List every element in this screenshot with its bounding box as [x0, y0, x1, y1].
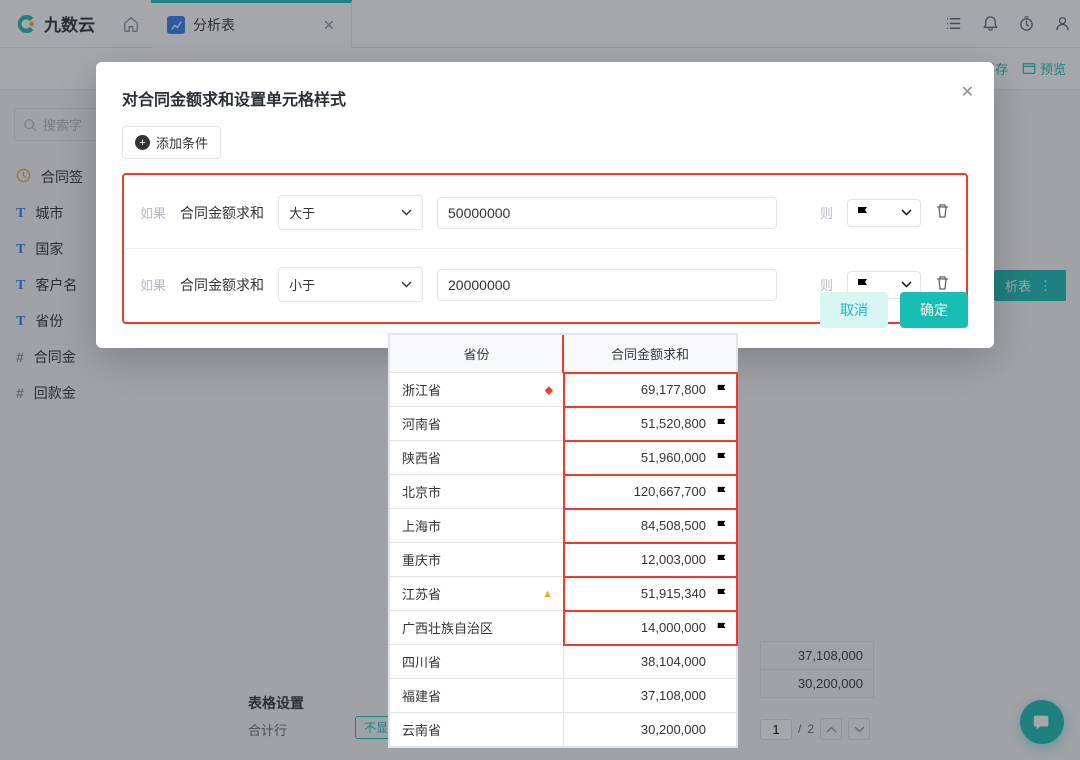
table-row: 浙江省◆ 69,177,800 [390, 373, 737, 407]
flag-style-select[interactable] [847, 199, 921, 227]
table-row: 云南省 30,200,000 [390, 713, 737, 747]
table-row: 重庆市 12,003,000 [390, 543, 737, 577]
rule-field-name: 合同金额求和 [180, 203, 264, 223]
cell-amount: 30,200,000 [564, 713, 737, 747]
cell-province: 上海市 [390, 509, 564, 543]
flag-icon [716, 520, 728, 532]
chevron-down-icon [901, 207, 912, 218]
cell-province: 江苏省▲ [390, 577, 564, 611]
chevron-down-icon [401, 279, 412, 290]
cell-province: 北京市 [390, 475, 564, 509]
flag-icon [716, 622, 728, 634]
cell-province: 福建省 [390, 679, 564, 713]
cell-province: 重庆市 [390, 543, 564, 577]
cell-amount: 14,000,000 [564, 611, 737, 645]
flag-icon [856, 206, 870, 220]
cell-amount: 69,177,800 [564, 373, 737, 407]
flag-icon [716, 486, 728, 498]
condition-rule: 如果 合同金额求和 大于 则 [126, 177, 964, 248]
flag-icon [856, 278, 870, 292]
table-row: 上海市 84,508,500 [390, 509, 737, 543]
cell-amount: 51,520,800 [564, 407, 737, 441]
operator-select[interactable]: 小于 [278, 267, 423, 302]
cell-amount: 84,508,500 [564, 509, 737, 543]
table-row: 四川省 38,104,000 [390, 645, 737, 679]
operator-select[interactable]: 大于 [278, 195, 423, 230]
flag-icon [716, 418, 728, 430]
flag-icon [716, 452, 728, 464]
if-label: 如果 [140, 203, 166, 222]
cell-province: 广西壮族自治区 [390, 611, 564, 645]
table-row: 江苏省▲ 51,915,340 [390, 577, 737, 611]
table-row: 河南省 51,520,800 [390, 407, 737, 441]
cell-amount: 37,108,000 [564, 679, 737, 713]
cell-amount: 38,104,000 [564, 645, 737, 679]
cell-province: 陕西省 [390, 441, 564, 475]
flag-icon [716, 384, 728, 396]
threshold-input[interactable] [437, 197, 777, 229]
cell-amount: 12,003,000 [564, 543, 737, 577]
threshold-input[interactable] [437, 269, 777, 301]
modal-close-icon[interactable]: ✕ [961, 82, 974, 102]
chevron-down-icon [401, 207, 412, 218]
col-amount: 合同金额求和 [564, 335, 737, 373]
cell-province: 四川省 [390, 645, 564, 679]
cancel-button[interactable]: 取消 [820, 292, 888, 328]
cell-province: 浙江省◆ [390, 373, 564, 407]
table-row: 陕西省 51,960,000 [390, 441, 737, 475]
rule-field-name: 合同金额求和 [180, 275, 264, 295]
flag-icon [716, 588, 728, 600]
col-province: 省份 [390, 335, 564, 373]
cell-amount: 120,667,700 [564, 475, 737, 509]
cell-amount: 51,915,340 [564, 577, 737, 611]
delete-rule-button[interactable] [935, 203, 950, 223]
cell-province: 河南省 [390, 407, 564, 441]
table-row: 北京市 120,667,700 [390, 475, 737, 509]
confirm-button[interactable]: 确定 [900, 292, 968, 328]
chevron-down-icon [901, 279, 912, 290]
cell-format-modal: 对合同金额求和设置单元格样式 ✕ + 添加条件 如果 合同金额求和 大于 则 如… [96, 62, 994, 348]
plus-icon: + [135, 135, 150, 150]
modal-title: 对合同金额求和设置单元格样式 [122, 86, 968, 110]
flag-icon [716, 554, 728, 566]
table-row: 福建省 37,108,000 [390, 679, 737, 713]
then-label: 则 [820, 203, 833, 222]
preview-table: 省份 合同金额求和 浙江省◆ 69,177,800河南省 51,520,800陕… [388, 333, 738, 748]
add-condition-button[interactable]: + 添加条件 [122, 126, 221, 159]
cell-province: 云南省 [390, 713, 564, 747]
if-label: 如果 [140, 275, 166, 294]
table-row: 广西壮族自治区 14,000,000 [390, 611, 737, 645]
cell-amount: 51,960,000 [564, 441, 737, 475]
